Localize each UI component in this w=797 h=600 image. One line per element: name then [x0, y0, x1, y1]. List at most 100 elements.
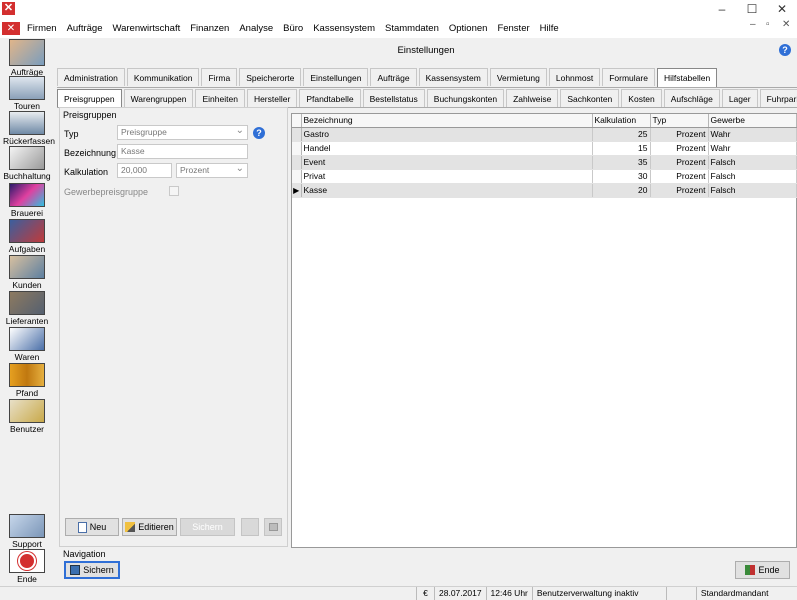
tab-auftraege[interactable]: Aufträge: [370, 68, 417, 86]
cell-gewerbe: Falsch: [708, 169, 797, 184]
sidebar-item-kunden[interactable]: Kunden: [3, 255, 51, 290]
menu-hilfe[interactable]: Hilfe: [535, 19, 564, 38]
menu-buero[interactable]: Büro: [278, 19, 308, 38]
column-header-typ[interactable]: Typ: [650, 114, 709, 128]
child-minimize-button[interactable]: –: [750, 19, 756, 30]
nav-ende-button[interactable]: Ende: [735, 561, 790, 579]
lock-button[interactable]: [264, 518, 282, 536]
blank-button[interactable]: [241, 518, 259, 536]
table-row[interactable]: ▶ Kasse 20 Prozent Falsch: [292, 183, 797, 198]
user-lock-icon: [9, 399, 45, 423]
subtab-sachkonten[interactable]: Sachkonten: [560, 89, 620, 107]
neu-button[interactable]: Neu: [65, 518, 119, 536]
subtab-lager[interactable]: Lager: [721, 89, 758, 107]
top-tab-strip: Administration Kommunikation Firma Speic…: [57, 68, 719, 87]
subtab-pfandtabelle[interactable]: Pfandtabelle: [299, 89, 361, 107]
menu-warenwirtschaft[interactable]: Warenwirtschaft: [107, 19, 185, 38]
cell-gewerbe: Falsch: [708, 155, 797, 170]
cell-kalkulation: 30: [592, 169, 651, 184]
preisgruppen-grid[interactable]: Bezeichnung Kalkulation Typ Gewerbe Gast…: [291, 113, 797, 548]
editieren-button[interactable]: Editieren: [122, 518, 177, 536]
subtab-preisgruppen[interactable]: Preisgruppen: [57, 89, 122, 108]
subtab-einheiten[interactable]: Einheiten: [195, 89, 245, 107]
sidebar-item-label: Support: [12, 539, 42, 549]
sidebar-item-waren[interactable]: Waren: [3, 327, 51, 362]
sichern-button[interactable]: Sichern: [180, 518, 235, 536]
cell-kalkulation: 25: [592, 127, 651, 142]
tab-firma[interactable]: Firma: [201, 68, 238, 86]
tab-kommunikation[interactable]: Kommunikation: [126, 68, 200, 86]
typ-select[interactable]: Preisgruppe: [117, 124, 248, 140]
info-icon[interactable]: ?: [253, 127, 265, 139]
tab-administration[interactable]: Administration: [57, 68, 125, 86]
subtab-aufschlaege[interactable]: Aufschläge: [663, 89, 720, 107]
maximize-button[interactable]: ☐: [737, 0, 767, 19]
nav-sichern-button[interactable]: Sichern: [64, 561, 120, 579]
divider: [57, 87, 797, 88]
table-row[interactable]: Handel 15 Prozent Wahr: [292, 141, 797, 156]
bezeichnung-field[interactable]: Kasse: [117, 144, 248, 159]
cell-bezeichnung: Event: [301, 155, 593, 170]
column-header-kalkulation[interactable]: Kalkulation: [592, 114, 651, 128]
sidebar-item-label: Kunden: [12, 280, 42, 290]
subtab-zahlweise[interactable]: Zahlweise: [506, 89, 559, 107]
child-close-button[interactable]: ✕: [782, 19, 790, 30]
menu-finanzen[interactable]: Finanzen: [185, 19, 234, 38]
customers-icon: [9, 255, 45, 279]
child-restore-button[interactable]: ▫: [766, 19, 770, 30]
sidebar-item-lieferanten[interactable]: Lieferanten: [3, 291, 51, 326]
gewerbe-checkbox[interactable]: [169, 186, 179, 196]
tab-lohnmost[interactable]: Lohnmost: [548, 68, 601, 86]
close-button[interactable]: ✕: [767, 0, 797, 19]
menu-firmen[interactable]: Firmen: [22, 19, 62, 38]
sidebar-item-label: Benutzer: [9, 424, 45, 434]
tab-hilfstabellen[interactable]: Hilfstabellen: [656, 68, 718, 87]
sidebar-item-brauerei[interactable]: Brauerei: [3, 183, 51, 218]
cell-kalkulation: 35: [592, 155, 651, 170]
menu-optionen[interactable]: Optionen: [444, 19, 493, 38]
subtab-warengruppen[interactable]: Warengruppen: [123, 89, 194, 107]
tab-formulare[interactable]: Formulare: [602, 68, 655, 86]
sidebar-item-pfand[interactable]: Pfand: [3, 363, 51, 398]
menu-kassensystem[interactable]: Kassensystem: [308, 19, 380, 38]
tab-kassensystem[interactable]: Kassensystem: [418, 68, 488, 86]
handshake-icon: [9, 514, 45, 538]
column-header-bezeichnung[interactable]: Bezeichnung: [301, 114, 593, 128]
kalkulation-field[interactable]: 20,000: [117, 163, 172, 178]
subtab-fuhrpark[interactable]: Fuhrpark: [759, 89, 797, 107]
cell-typ: Prozent: [650, 155, 709, 170]
sidebar-item-auftraege[interactable]: Aufträge: [3, 39, 51, 77]
floppy-disk-icon: [70, 565, 81, 575]
gewerbe-label: Gewerbepreisgruppe: [64, 187, 149, 197]
current-row-indicator-icon: ▶: [292, 183, 302, 198]
subtab-bestellstatus[interactable]: Bestellstatus: [362, 89, 425, 107]
app-menu-icon[interactable]: ✕: [2, 22, 20, 35]
menu-fenster[interactable]: Fenster: [492, 19, 534, 38]
kalkulation-unit-select[interactable]: Prozent: [176, 162, 248, 178]
sidebar-item-aufgaben[interactable]: Aufgaben: [3, 219, 51, 254]
table-row[interactable]: Privat 30 Prozent Falsch: [292, 169, 797, 184]
sidebar-item-touren[interactable]: Touren: [3, 76, 51, 111]
sidebar-item-rueckerfassen[interactable]: Rückerfassen: [3, 111, 55, 146]
page-title: Einstellungen: [397, 45, 455, 56]
tab-vermietung[interactable]: Vermietung: [489, 68, 547, 86]
column-header-gewerbe[interactable]: Gewerbe: [708, 114, 797, 128]
sidebar-item-support[interactable]: Support: [3, 514, 51, 549]
menu-auftraege[interactable]: Aufträge: [62, 19, 108, 38]
subtab-buchungskonten[interactable]: Buchungskonten: [426, 89, 505, 107]
table-row[interactable]: Event 35 Prozent Falsch: [292, 155, 797, 170]
subtab-hersteller[interactable]: Hersteller: [246, 89, 298, 107]
return-truck-icon: [9, 111, 45, 135]
table-row[interactable]: Gastro 25 Prozent Wahr: [292, 127, 797, 142]
sidebar-item-buchhaltung[interactable]: Buchhaltung: [3, 146, 51, 181]
help-icon[interactable]: ?: [779, 44, 791, 56]
subtab-kosten[interactable]: Kosten: [621, 89, 662, 107]
sidebar-item-ende[interactable]: Ende: [3, 549, 51, 584]
navigation-label: Navigation: [63, 549, 106, 559]
minimize-button[interactable]: –: [707, 0, 737, 19]
tab-speicherorte[interactable]: Speicherorte: [239, 68, 302, 86]
menu-stammdaten[interactable]: Stammdaten: [380, 19, 444, 38]
tab-einstellungen[interactable]: Einstellungen: [303, 68, 369, 86]
menu-analyse[interactable]: Analyse: [234, 19, 278, 38]
sidebar-item-benutzer[interactable]: Benutzer: [3, 399, 51, 434]
